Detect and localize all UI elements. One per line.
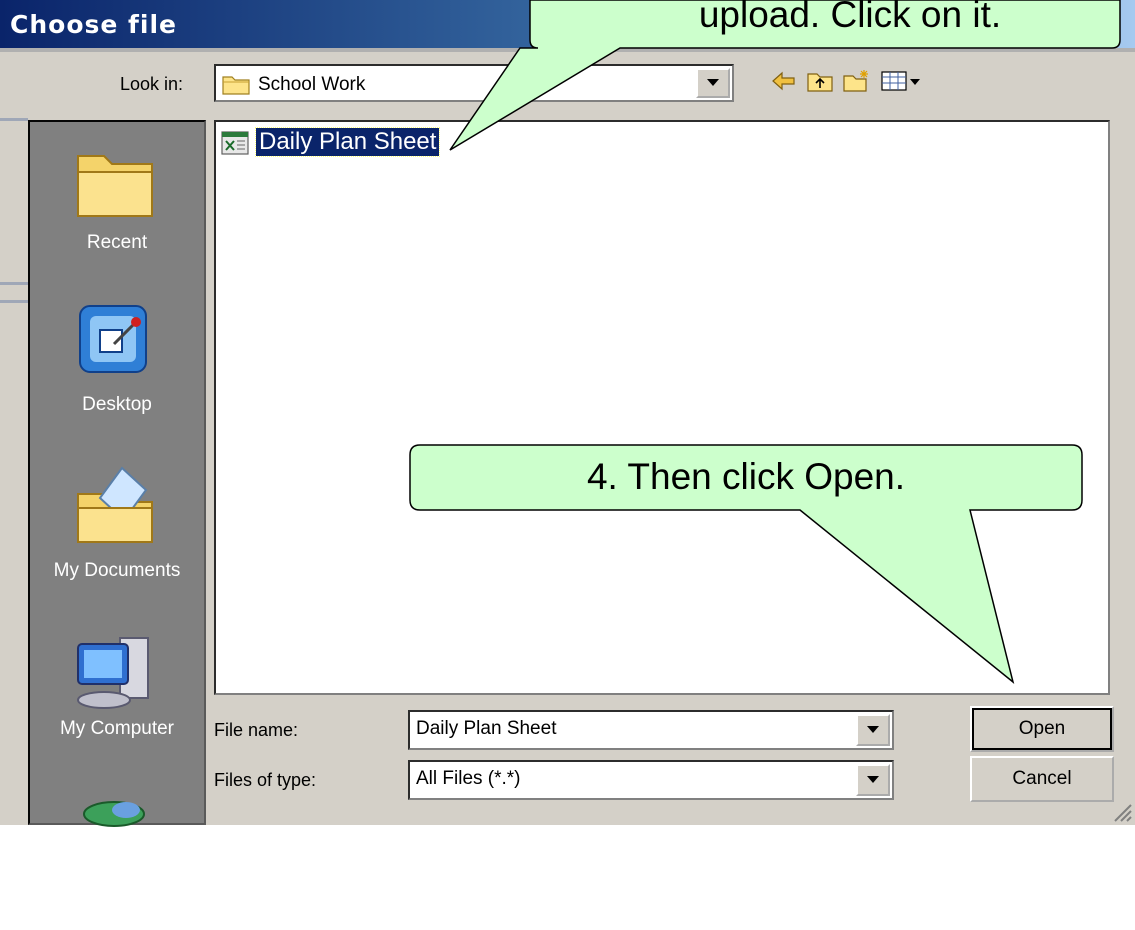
top-callout-text: upload. Click on it. — [698, 0, 1002, 35]
callout-shapes — [409, 0, 1121, 684]
bottom-callout-text: 4. Then click Open. — [586, 456, 906, 497]
